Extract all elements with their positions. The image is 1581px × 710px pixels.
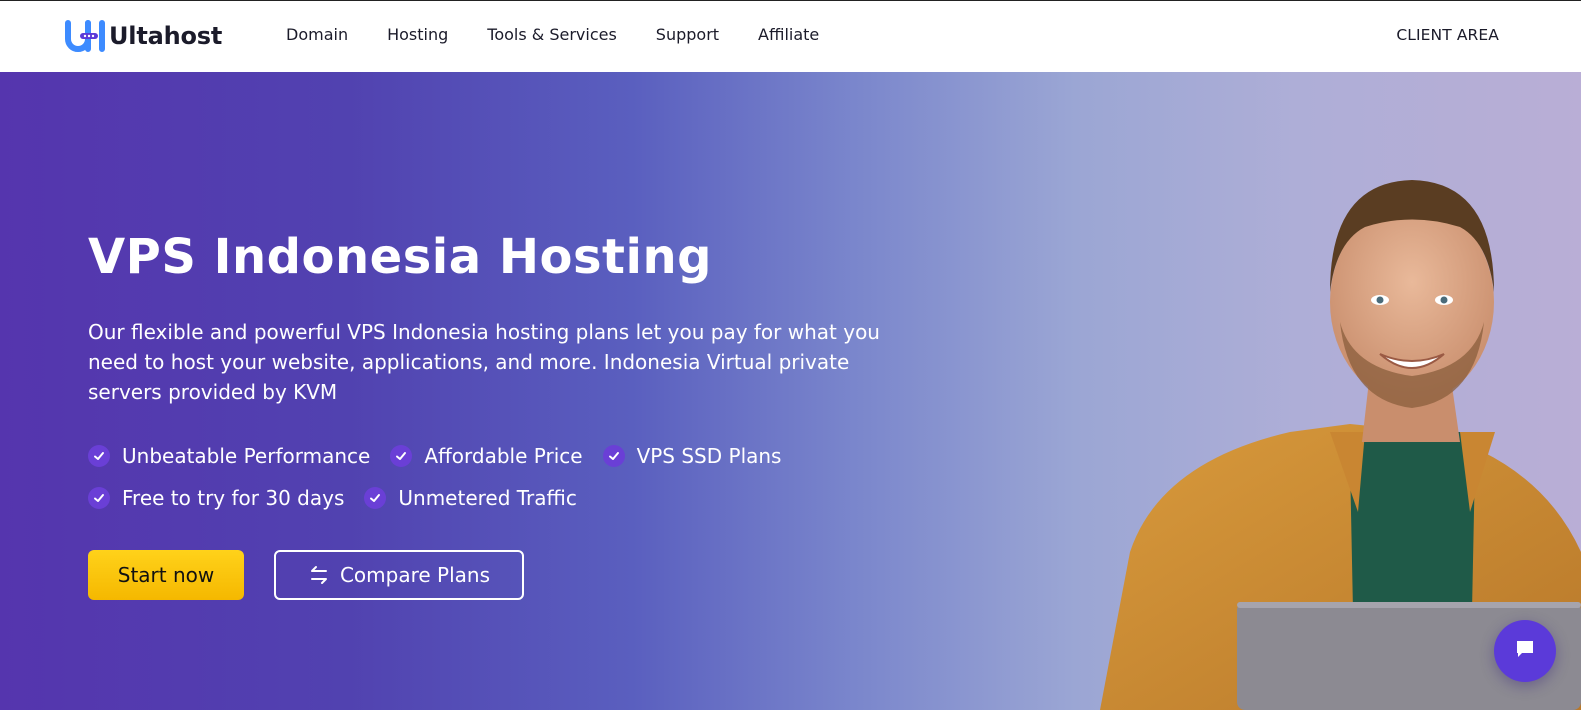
check-icon — [390, 445, 413, 467]
feature-label: Unbeatable Performance — [122, 444, 371, 468]
compare-plans-button[interactable]: Compare Plans — [274, 550, 524, 600]
feature-list: Unbeatable Performance Affordable Price … — [88, 442, 868, 526]
hero-title: VPS Indonesia Hosting — [88, 229, 712, 285]
hero-section: VPS Indonesia Hosting Our flexible and p… — [0, 72, 1581, 710]
nav-item-domain[interactable]: Domain — [286, 25, 348, 44]
swap-arrows-icon — [308, 564, 330, 586]
chat-widget-button[interactable] — [1494, 620, 1556, 682]
main-nav: Domain Hosting Tools & Services Support … — [286, 25, 858, 44]
feature-label: Free to try for 30 days — [122, 486, 345, 510]
feature-item: Affordable Price — [390, 444, 583, 468]
feature-item: Unmetered Traffic — [364, 486, 577, 510]
chat-icon — [1513, 637, 1537, 665]
brand-logo[interactable]: Ultahost — [65, 19, 222, 53]
feature-label: VPS SSD Plans — [636, 444, 782, 468]
brand-name: Ultahost — [109, 22, 223, 50]
feature-row: Free to try for 30 days Unmetered Traffi… — [88, 484, 868, 512]
start-now-button[interactable]: Start now — [88, 550, 244, 600]
nav-item-support[interactable]: Support — [656, 25, 719, 44]
nav-item-hosting[interactable]: Hosting — [387, 25, 448, 44]
check-icon — [602, 445, 625, 467]
nav-item-affiliate[interactable]: Affiliate — [758, 25, 819, 44]
check-icon — [364, 487, 387, 509]
check-icon — [88, 445, 110, 467]
feature-item: Unbeatable Performance — [88, 444, 370, 468]
nav-item-tools-services[interactable]: Tools & Services — [487, 25, 617, 44]
compare-plans-label: Compare Plans — [339, 563, 491, 587]
feature-item: VPS SSD Plans — [602, 444, 782, 468]
hero-description: Our flexible and powerful VPS Indonesia … — [88, 320, 880, 404]
check-icon — [88, 487, 110, 509]
client-area-link[interactable]: CLIENT AREA — [1396, 26, 1499, 44]
site-header: Ultahost Domain Hosting Tools & Services… — [0, 1, 1581, 72]
feature-item: Free to try for 30 days — [88, 486, 344, 510]
feature-label: Unmetered Traffic — [398, 486, 577, 510]
feature-row: Unbeatable Performance Affordable Price … — [88, 442, 868, 470]
feature-label: Affordable Price — [424, 444, 583, 468]
ultahost-logo-icon — [65, 19, 107, 53]
